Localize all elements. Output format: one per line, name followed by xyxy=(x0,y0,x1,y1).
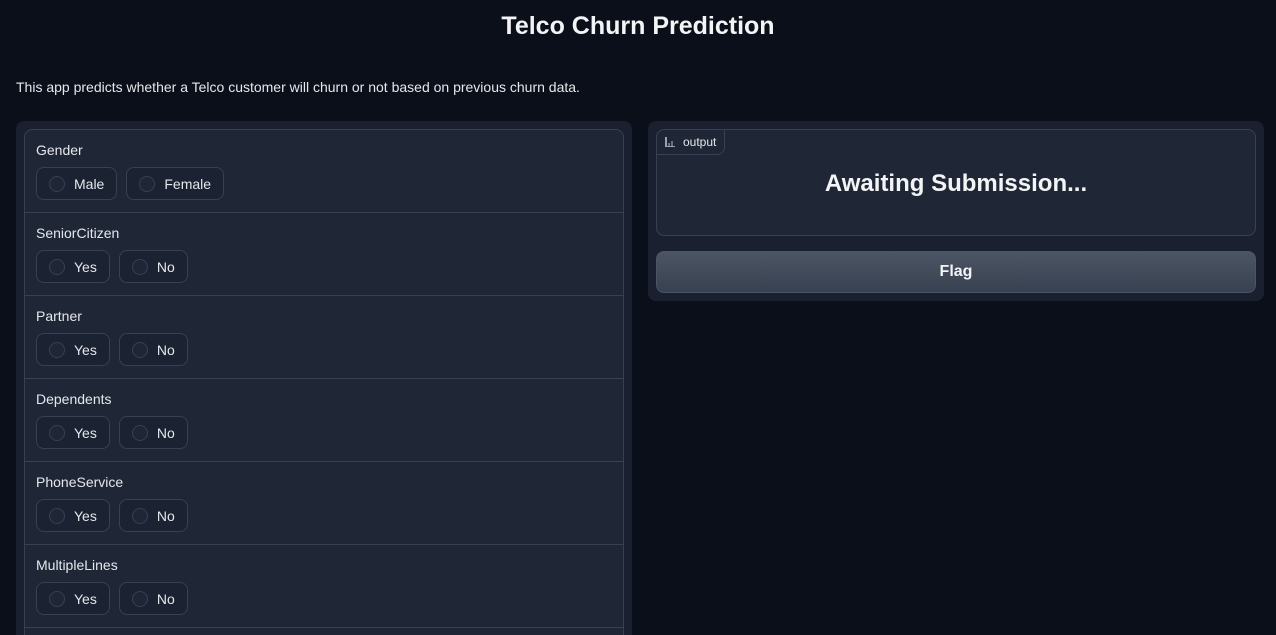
phone-service-label: PhoneService xyxy=(36,474,124,490)
radio-label: No xyxy=(156,590,175,607)
radio-label: Yes xyxy=(74,590,97,607)
partner-field: Partner Yes No xyxy=(25,296,623,379)
gender-option-male[interactable]: Male xyxy=(36,167,118,200)
gender-label: Gender xyxy=(36,142,83,158)
dependents-options: Yes No xyxy=(36,416,623,449)
multiple-lines-option-yes[interactable]: Yes xyxy=(36,582,110,615)
radio-label: Yes xyxy=(74,507,97,524)
gender-field: Gender Male Female xyxy=(25,130,623,213)
radio-button[interactable] xyxy=(131,341,148,358)
radio-button[interactable] xyxy=(49,341,65,358)
radio-label: No xyxy=(156,341,175,358)
radio-button[interactable] xyxy=(131,507,148,524)
dependents-field: Dependents Yes No xyxy=(25,379,623,462)
partner-options: Yes No xyxy=(36,333,623,366)
dependents-option-yes[interactable]: Yes xyxy=(36,416,110,449)
output-value: Awaiting Submission... xyxy=(824,170,1088,197)
radio-button[interactable] xyxy=(131,590,148,607)
radio-button[interactable] xyxy=(49,424,65,441)
multiple-lines-option-no[interactable]: No xyxy=(118,582,188,615)
senior-citizen-field: SeniorCitizen Yes No xyxy=(25,213,623,296)
senior-citizen-option-yes[interactable]: Yes xyxy=(36,250,110,283)
page-title: Telco Churn Prediction xyxy=(501,12,775,40)
radio-button[interactable] xyxy=(49,175,65,192)
partner-label: Partner xyxy=(36,308,82,324)
multiple-lines-label: MultipleLines xyxy=(36,557,118,573)
output-label: output xyxy=(683,135,717,149)
dependents-label: Dependents xyxy=(36,391,112,407)
partner-option-yes[interactable]: Yes xyxy=(36,333,110,366)
radio-button[interactable] xyxy=(49,590,65,607)
phone-service-option-yes[interactable]: Yes xyxy=(36,499,110,532)
phone-service-options: Yes No xyxy=(36,499,623,532)
app-page: Telco Churn Prediction This app predicts… xyxy=(0,0,1276,635)
partner-option-no[interactable]: No xyxy=(118,333,188,366)
radio-label: Yes xyxy=(74,258,97,275)
output-block: output Awaiting Submission... xyxy=(656,129,1256,236)
radio-label: No xyxy=(156,507,175,524)
radio-button[interactable] xyxy=(139,175,156,192)
phone-service-option-no[interactable]: No xyxy=(118,499,188,532)
multiple-lines-field: MultipleLines Yes No xyxy=(25,545,623,628)
output-label-tag: output xyxy=(656,129,726,155)
dependents-option-no[interactable]: No xyxy=(118,416,188,449)
radio-label: Female xyxy=(164,175,212,192)
gender-option-female[interactable]: Female xyxy=(126,167,225,200)
senior-citizen-option-no[interactable]: No xyxy=(118,250,188,283)
bar-chart-icon xyxy=(665,137,675,147)
radio-label: No xyxy=(156,424,175,441)
radio-label: No xyxy=(156,258,175,275)
inputs-panel: Gender Male Female SeniorCitizen Yes No … xyxy=(16,121,632,635)
multiple-lines-options: Yes No xyxy=(36,582,623,615)
radio-button[interactable] xyxy=(49,258,65,275)
radio-label: Yes xyxy=(74,424,97,441)
radio-button[interactable] xyxy=(131,258,148,275)
phone-service-field: PhoneService Yes No xyxy=(25,462,623,545)
inputs-form: Gender Male Female SeniorCitizen Yes No … xyxy=(24,129,624,635)
gender-options: Male Female xyxy=(36,167,623,200)
radio-label: Male xyxy=(74,175,105,192)
radio-label: Yes xyxy=(74,341,97,358)
output-panel: output Awaiting Submission... Flag xyxy=(648,121,1264,301)
radio-button[interactable] xyxy=(49,507,65,524)
flag-button[interactable]: Flag xyxy=(656,251,1256,293)
senior-citizen-label: SeniorCitizen xyxy=(36,225,120,241)
radio-button[interactable] xyxy=(131,424,148,441)
senior-citizen-options: Yes No xyxy=(36,250,623,283)
app-description: This app predicts whether a Telco custom… xyxy=(16,79,580,95)
